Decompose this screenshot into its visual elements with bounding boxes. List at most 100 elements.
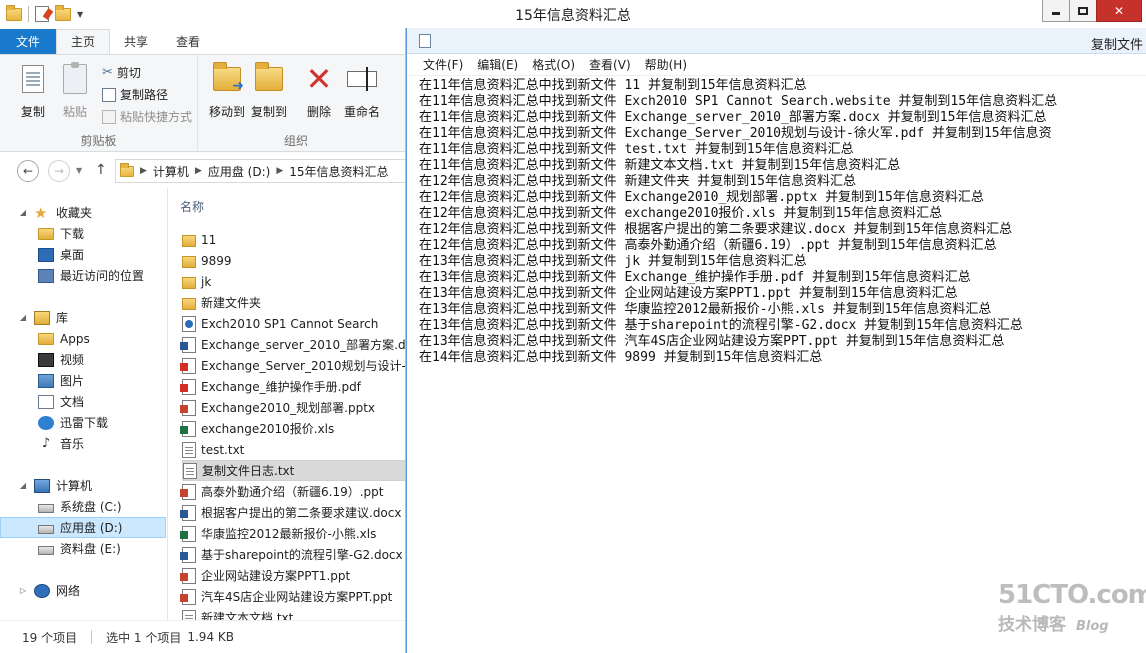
tab-view[interactable]: 查看 bbox=[162, 29, 214, 54]
folder-row[interactable]: jk bbox=[182, 271, 410, 292]
folder-row[interactable]: 9899 bbox=[182, 250, 410, 271]
folder-row[interactable]: 新建文件夹 bbox=[182, 292, 410, 313]
web-file-icon bbox=[182, 315, 196, 332]
notepad-titlebar: 复制文件 bbox=[407, 28, 1146, 54]
move-to-button[interactable]: ➜ 移动到 bbox=[208, 61, 246, 120]
folder-row[interactable]: 11 bbox=[182, 229, 410, 250]
nav-thunder-downloads[interactable]: 迅雷下载 bbox=[0, 412, 166, 433]
copy-button[interactable]: 复制 bbox=[14, 61, 52, 120]
recent-locations-icon[interactable]: ▼ bbox=[76, 166, 82, 175]
log-line: 在14年信息资料汇总中找到新文件 9899 并复制到15年信息资料汇总 bbox=[419, 350, 823, 365]
nav-recent[interactable]: 最近访问的位置 bbox=[0, 265, 166, 286]
nav-downloads[interactable]: 下载 bbox=[0, 223, 166, 244]
breadcrumb-separator-icon[interactable]: ▶ bbox=[276, 166, 283, 176]
delete-button[interactable]: ✕ 删除 bbox=[300, 61, 338, 120]
nav-pictures[interactable]: 图片 bbox=[0, 370, 166, 391]
file-row[interactable]: 企业网站建设方案PPT1.ppt bbox=[180, 565, 410, 586]
file-row[interactable]: test.txt bbox=[182, 439, 410, 460]
log-line: 在12年信息资料汇总中找到新文件 根据客户提出的第二条要求建议.docx 并复制… bbox=[419, 222, 1013, 237]
nav-drive-c[interactable]: 系统盘 (C:) bbox=[0, 496, 166, 517]
file-row[interactable]: Exchange2010_规划部署.pptx bbox=[180, 397, 410, 418]
tab-share[interactable]: 共享 bbox=[110, 29, 162, 54]
folder-file-icon bbox=[182, 255, 196, 268]
breadcrumb-computer[interactable]: 计算机 bbox=[153, 163, 189, 180]
close-button[interactable]: ✕ bbox=[1096, 0, 1142, 22]
up-button[interactable]: ↑ bbox=[95, 162, 107, 178]
nav-drive-e[interactable]: 资料盘 (E:) bbox=[0, 538, 166, 559]
breadcrumb-drive-d[interactable]: 应用盘 (D:) bbox=[208, 163, 270, 180]
file-row[interactable]: exchange2010报价.xls bbox=[180, 418, 410, 439]
paste-shortcut-button[interactable]: 粘贴快捷方式 bbox=[102, 108, 192, 125]
folder-file-icon bbox=[182, 297, 196, 310]
file-name: 复制文件日志.txt bbox=[202, 464, 295, 478]
file-row[interactable]: 基于sharepoint的流程引擎-G2.docx bbox=[180, 544, 410, 565]
ppt-file-icon bbox=[180, 567, 196, 584]
file-row[interactable]: Exchange_server_2010_部署方案.docx bbox=[180, 334, 410, 355]
collapse-icon[interactable]: ◢ bbox=[18, 481, 28, 490]
file-name: 根据客户提出的第二条要求建议.docx bbox=[201, 506, 402, 520]
move-to-icon: ➜ bbox=[213, 62, 244, 94]
back-button[interactable]: ← bbox=[17, 160, 39, 182]
clipboard-group: 复制 粘贴 ✂ 剪切 复制路径 粘贴快捷方式 剪贴板 bbox=[0, 55, 198, 152]
maximize-button[interactable] bbox=[1069, 0, 1097, 22]
cut-button[interactable]: ✂ 剪切 bbox=[102, 64, 141, 81]
file-name: 汽车4S店企业网站建设方案PPT.ppt bbox=[201, 590, 393, 604]
computer-icon bbox=[34, 478, 50, 493]
nav-drive-d[interactable]: 应用盘 (D:) bbox=[0, 517, 166, 538]
star-icon: ★ bbox=[34, 203, 48, 222]
minimize-button[interactable] bbox=[1042, 0, 1070, 22]
file-row[interactable]: 汽车4S店企业网站建设方案PPT.ppt bbox=[180, 586, 410, 607]
file-row[interactable]: 复制文件日志.txt bbox=[182, 460, 410, 481]
copy-to-button[interactable]: 复制到 bbox=[250, 61, 288, 120]
breadcrumb-current-folder[interactable]: 15年信息资料汇总 bbox=[289, 163, 388, 180]
delete-icon: ✕ bbox=[305, 60, 333, 98]
nav-documents[interactable]: 文档 bbox=[0, 391, 166, 412]
drive-icon bbox=[38, 545, 54, 555]
pdf-file-icon bbox=[180, 357, 196, 374]
file-row[interactable]: Exchange_Server_2010规划与设计-徐 bbox=[180, 355, 410, 376]
nav-favorites[interactable]: ◢ ★ 收藏夹 bbox=[0, 202, 166, 223]
expand-icon[interactable]: ▷ bbox=[18, 586, 28, 595]
nav-apps[interactable]: Apps bbox=[0, 328, 166, 349]
column-header-name[interactable]: 名称 bbox=[180, 198, 204, 215]
nav-computer[interactable]: ◢ 计算机 bbox=[0, 475, 166, 496]
file-row[interactable]: 华康监控2012最新报价-小熊.xls bbox=[180, 523, 410, 544]
forward-button[interactable]: → bbox=[48, 160, 70, 182]
tab-home[interactable]: 主页 bbox=[56, 29, 111, 54]
back-arrow-icon: ← bbox=[22, 164, 34, 178]
word-file-icon bbox=[180, 336, 196, 353]
nav-videos[interactable]: 视频 bbox=[0, 349, 166, 370]
breadcrumb-separator-icon[interactable]: ▶ bbox=[140, 166, 147, 176]
nav-music[interactable]: ♪ 音乐 bbox=[0, 433, 166, 454]
notepad-text-area[interactable]: 在11年信息资料汇总中找到新文件 11 并复制到15年信息资料汇总 在11年信息资… bbox=[419, 78, 1146, 648]
collapse-icon[interactable]: ◢ bbox=[18, 313, 28, 322]
log-line: 在13年信息资料汇总中找到新文件 华康监控2012最新报价-小熊.xls 并复制… bbox=[419, 302, 992, 317]
file-row[interactable]: 高泰外勤通介绍（新疆6.19）.ppt bbox=[180, 481, 410, 502]
tab-file[interactable]: 文件 bbox=[0, 29, 56, 54]
nav-desktop[interactable]: 桌面 bbox=[0, 244, 166, 265]
rename-button[interactable]: 重命名 bbox=[342, 61, 382, 120]
txt-file-icon bbox=[182, 609, 196, 620]
file-name: 基于sharepoint的流程引擎-G2.docx bbox=[201, 548, 403, 562]
network-icon bbox=[34, 583, 50, 598]
paste-shortcut-icon bbox=[102, 109, 116, 124]
breadcrumb-separator-icon[interactable]: ▶ bbox=[195, 166, 202, 176]
file-row[interactable]: 根据客户提出的第二条要求建议.docx bbox=[180, 502, 410, 523]
file-row[interactable]: Exch2010 SP1 Cannot Search bbox=[182, 313, 410, 334]
collapse-icon[interactable]: ◢ bbox=[18, 208, 28, 217]
nav-network[interactable]: ▷ 网络 bbox=[0, 580, 166, 601]
file-row[interactable]: Exchange_维护操作手册.pdf bbox=[180, 376, 410, 397]
file-row[interactable]: 新建文本文档.txt bbox=[182, 607, 410, 620]
nav-libraries[interactable]: ◢ 库 bbox=[0, 307, 166, 328]
file-name: Exchange_Server_2010规划与设计-徐 bbox=[201, 359, 410, 373]
copy-path-button[interactable]: 复制路径 bbox=[102, 86, 168, 103]
menu-file[interactable]: 文件(F) bbox=[423, 56, 463, 73]
menu-format[interactable]: 格式(O) bbox=[532, 56, 575, 73]
menu-help[interactable]: 帮助(H) bbox=[645, 56, 687, 73]
file-name: 高泰外勤通介绍（新疆6.19）.ppt bbox=[201, 485, 384, 499]
menu-edit[interactable]: 编辑(E) bbox=[477, 56, 518, 73]
address-bar[interactable]: ▶ 计算机 ▶ 应用盘 (D:) ▶ 15年信息资料汇总 bbox=[115, 159, 410, 183]
paste-button[interactable]: 粘贴 bbox=[56, 61, 94, 120]
menu-view[interactable]: 查看(V) bbox=[589, 56, 631, 73]
log-line: 在12年信息资料汇总中找到新文件 Exchange2010_规划部署.pptx … bbox=[419, 190, 984, 205]
